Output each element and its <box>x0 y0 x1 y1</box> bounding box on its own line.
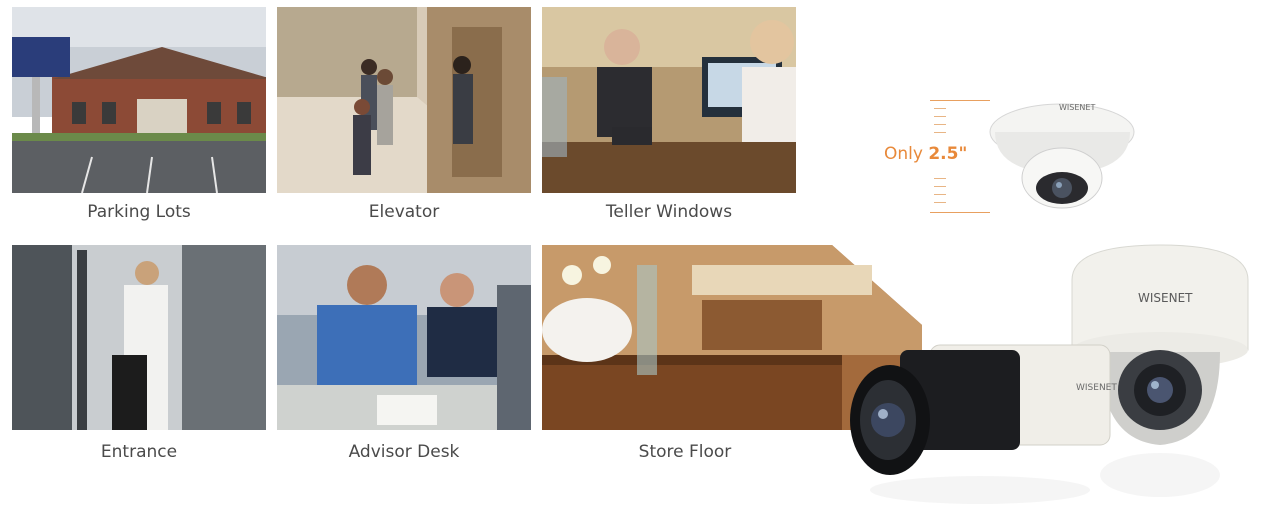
dimension-top-line <box>930 100 990 101</box>
caption-store-floor: Store Floor <box>638 442 732 462</box>
caption-teller-windows: Teller Windows <box>605 202 733 222</box>
mini-dome-camera-image: WISENET <box>985 92 1140 227</box>
elevator-photo <box>277 7 531 193</box>
caption-advisor-desk: Advisor Desk <box>348 442 460 462</box>
mini-dome-logo: WISENET <box>1059 103 1095 112</box>
dimension-bottom-line <box>930 212 990 213</box>
callout-value: 2.5" <box>928 144 968 164</box>
teller-windows-photo <box>542 7 796 193</box>
caption-parking-lots: Parking Lots <box>87 202 191 222</box>
advisor-desk-photo <box>277 245 531 430</box>
size-callout: Only 2.5" <box>884 144 967 164</box>
entrance-photo <box>12 245 266 430</box>
box-camera-image: WISENET <box>850 330 1120 510</box>
parking-lots-photo <box>12 7 266 193</box>
callout-prefix: Only <box>884 144 929 164</box>
caption-entrance: Entrance <box>100 442 178 462</box>
large-dome-logo: WISENET <box>1138 291 1193 305</box>
box-camera-logo: WISENET <box>1076 383 1117 393</box>
caption-elevator: Elevator <box>368 202 440 222</box>
